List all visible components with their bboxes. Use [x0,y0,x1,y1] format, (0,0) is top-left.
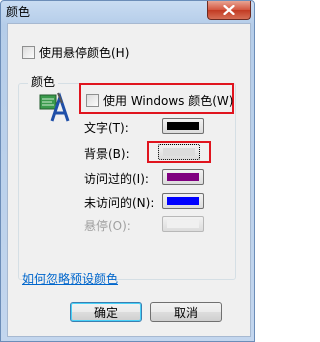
unvisited-color-label: 未访问的(N): [84,196,155,210]
close-button[interactable] [207,1,251,20]
hover-color-option[interactable]: 使用悬停颜色(H) [22,44,129,61]
title-bar: 颜色 [1,1,254,21]
hover-color-checkbox[interactable] [22,46,35,59]
visited-color-button[interactable] [162,169,204,185]
visited-color-label: 访问过的(I): [84,172,149,186]
hover-color-button [162,216,204,232]
cancel-button[interactable]: 取消 [150,302,222,322]
hover-color-swatch [167,220,199,228]
accessibility-text-icon [38,91,78,125]
ignore-preset-colors-link[interactable]: 如何忽略预设颜色 [22,270,118,287]
background-color-label: 背景(B): [84,147,130,161]
dialog-body: 使用悬停颜色(H) 颜色 使用 Windows 颜色(W) 文字(T): 背景(… [7,23,251,337]
use-windows-colors-label: 使用 Windows 颜色(W) [103,94,234,108]
text-color-label: 文字(T): [84,121,129,135]
text-color-swatch [167,122,199,130]
hover-color-row-label: 悬停(O): [84,219,131,233]
use-windows-colors-option[interactable]: 使用 Windows 颜色(W) [86,92,233,109]
background-color-button[interactable] [158,144,200,160]
text-color-button[interactable] [162,118,204,134]
hover-color-label: 使用悬停颜色(H) [39,46,130,60]
ok-button[interactable]: 确定 [70,302,142,322]
unvisited-color-swatch [167,197,199,205]
color-dialog: 颜色 使用悬停颜色(H) 颜色 使用 Windows 颜色(W) 文字(T): … [0,0,255,342]
colors-group-legend: 颜色 [28,73,59,90]
dialog-title: 颜色 [6,5,31,19]
background-color-swatch [163,148,195,156]
close-icon [223,5,235,15]
unvisited-color-button[interactable] [162,193,204,209]
visited-color-swatch [167,173,199,181]
use-windows-colors-checkbox[interactable] [86,94,99,107]
